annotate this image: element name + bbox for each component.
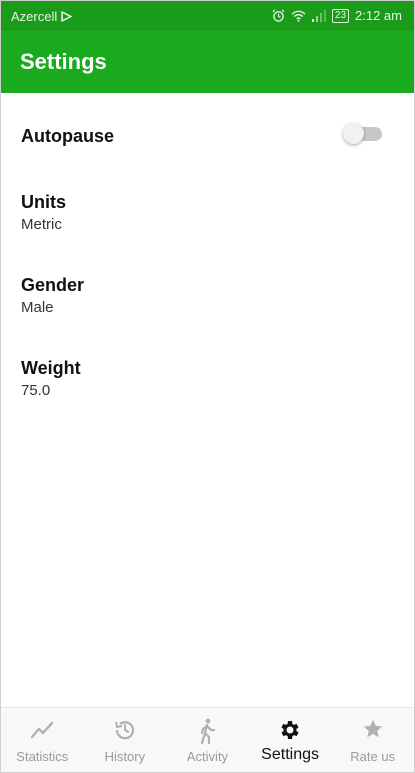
- gender-row[interactable]: Gender Male: [1, 259, 414, 342]
- nav-activity[interactable]: Activity: [166, 708, 249, 772]
- page-title: Settings: [20, 49, 107, 74]
- clock: 2:12 am: [355, 8, 402, 23]
- gear-icon: [281, 721, 299, 739]
- play-store-icon: [61, 11, 73, 22]
- battery-icon: 23: [331, 8, 350, 23]
- status-right: 23 2:12 am: [272, 8, 402, 23]
- toggle-knob: [343, 123, 364, 144]
- history-icon: [114, 721, 134, 740]
- weight-row[interactable]: Weight 75.0: [1, 342, 414, 425]
- weight-label: Weight: [21, 358, 81, 378]
- gender-label: Gender: [21, 275, 85, 295]
- nav-rate-us[interactable]: Rate us: [331, 708, 414, 772]
- nav-activity-label: Activity: [186, 749, 229, 764]
- trend-line-icon: [31, 721, 54, 739]
- status-left: Azercell: [11, 9, 73, 24]
- nav-rate-us-label: Rate us: [350, 749, 396, 764]
- nav-statistics[interactable]: Statistics: [1, 708, 84, 772]
- alarm-icon: [272, 9, 285, 22]
- carrier-name: Azercell: [11, 9, 58, 24]
- walking-icon: [201, 718, 216, 744]
- bottom-navigation: Statistics History Activity Settings Rat…: [1, 707, 414, 772]
- app-bar: Settings: [1, 31, 414, 93]
- nav-settings-label: Settings: [261, 746, 319, 763]
- units-label: Units: [21, 192, 66, 212]
- weight-value: 75.0: [21, 382, 51, 399]
- nav-history[interactable]: History: [84, 708, 167, 772]
- units-row[interactable]: Units Metric: [1, 176, 414, 259]
- star-icon: [363, 719, 382, 738]
- nav-history-label: History: [104, 749, 146, 764]
- gender-value: Male: [21, 299, 54, 316]
- nav-settings[interactable]: Settings: [249, 708, 332, 772]
- status-bar: Azercell 23 2:12 am: [1, 1, 414, 31]
- autopause-row[interactable]: Autopause: [1, 93, 414, 176]
- units-value: Metric: [21, 216, 62, 233]
- autopause-label: Autopause: [21, 126, 115, 146]
- autopause-toggle[interactable]: [343, 123, 382, 144]
- wifi-icon: [291, 10, 306, 22]
- signal-icon: [311, 9, 326, 22]
- nav-statistics-label: Statistics: [16, 749, 69, 764]
- phone-screen: Azercell 23 2:12 am Settings Autopause U…: [0, 0, 415, 773]
